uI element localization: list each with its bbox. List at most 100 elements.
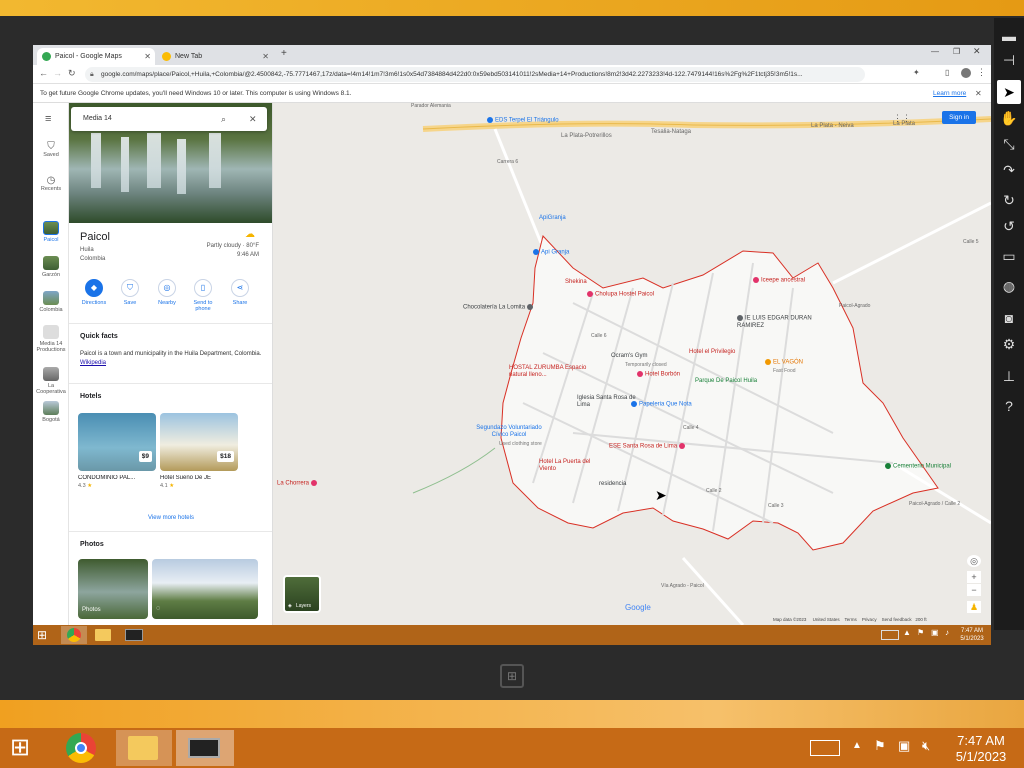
- menu-kebab-icon[interactable]: ⋮: [977, 67, 986, 78]
- terms-link[interactable]: Terms: [845, 617, 857, 622]
- save-button[interactable]: ⛉ Save: [113, 279, 147, 306]
- remote-app-taskbar-button[interactable]: [176, 730, 234, 766]
- window-minimize-icon[interactable]: —: [931, 47, 939, 56]
- camera-icon[interactable]: ◙: [997, 306, 1021, 330]
- window-maximize-icon[interactable]: ❐: [953, 47, 960, 56]
- window-close-icon[interactable]: ✕: [973, 46, 981, 57]
- zoom-in-button[interactable]: +: [967, 571, 981, 583]
- region-link[interactable]: United States: [813, 617, 840, 622]
- poi-shop[interactable]: Segundazo Voluntariado Cívico Paicol: [469, 425, 549, 439]
- poi-shop[interactable]: ApiGranja: [539, 215, 566, 221]
- rail-item-recents[interactable]: ◷ Recents: [33, 175, 69, 192]
- extensions-icon[interactable]: ✦: [913, 68, 920, 77]
- share-button[interactable]: ⋖ Share: [223, 279, 257, 306]
- tab-new-tab[interactable]: New Tab ✕: [157, 48, 273, 65]
- rotate-right-icon[interactable]: ↻: [997, 188, 1021, 212]
- send-to-phone-button[interactable]: ▯ Send to phone: [186, 279, 220, 312]
- learn-more-link[interactable]: Learn more: [933, 84, 966, 103]
- back-icon[interactable]: ←: [39, 68, 48, 78]
- system-clock[interactable]: 7:47 AM 5/1/2023: [948, 733, 1014, 765]
- poi-park[interactable]: Parque De Paicol Huila: [695, 378, 757, 384]
- sign-in-button[interactable]: Sign in: [942, 111, 976, 124]
- view-more-hotels-link[interactable]: View more hotels: [69, 515, 272, 521]
- search-input[interactable]: Media 14: [83, 115, 112, 122]
- remote-keyboard-icon[interactable]: [881, 630, 899, 640]
- zoom-out-button[interactable]: −: [967, 584, 981, 596]
- poi-food[interactable]: EL VAGÓN: [765, 359, 803, 366]
- remote-explorer-icon[interactable]: [95, 629, 111, 641]
- clear-search-icon[interactable]: ✕: [249, 107, 257, 131]
- forward-icon[interactable]: →: [53, 68, 62, 78]
- remote-app-icon[interactable]: [125, 629, 143, 641]
- swipe-icon[interactable]: ↷: [997, 158, 1021, 182]
- rail-item-paicol[interactable]: Paicol: [33, 221, 69, 243]
- remote-flag-icon[interactable]: ⚑: [917, 628, 924, 637]
- poi-shop[interactable]: Papeleria Que Nota: [631, 401, 692, 408]
- poi-school[interactable]: IE LUIS EDGAR DURAN RAMIREZ: [737, 315, 817, 330]
- rail-item-la-cooperativa[interactable]: La Cooperativa: [33, 367, 69, 395]
- infobar-close-icon[interactable]: ✕: [975, 84, 982, 103]
- photo-thumbnail[interactable]: Photos: [78, 559, 148, 619]
- remote-volume-icon[interactable]: ♪: [945, 628, 949, 637]
- poi-place[interactable]: Chocolatería La Lomita: [463, 304, 535, 311]
- rail-item-media14[interactable]: Media 14 Productions: [33, 325, 69, 353]
- network-icon[interactable]: ▣: [898, 738, 910, 754]
- close-tab-icon[interactable]: ✕: [144, 48, 151, 65]
- poi-church[interactable]: Iglesia Santa Rosa de Lima: [577, 395, 637, 409]
- sidepanel-icon[interactable]: ▯: [945, 68, 949, 77]
- street-view-pegman-icon[interactable]: ♟: [967, 601, 981, 613]
- start-button-icon[interactable]: ⊞: [10, 734, 38, 762]
- reload-icon[interactable]: ↻: [68, 68, 76, 79]
- hand-icon[interactable]: ✋: [997, 106, 1021, 130]
- map-canvas[interactable]: La Plata-Potrerillos Tesalia-Nataga La P…: [273, 103, 991, 625]
- send-feedback-link[interactable]: Send feedback: [882, 617, 912, 622]
- poi-hotel[interactable]: Hotel Borbón: [637, 371, 680, 378]
- touch-keyboard-icon[interactable]: [810, 740, 840, 756]
- address-bar[interactable]: 🔒︎ google.com/maps/place/Paicol,+Huila,+…: [85, 67, 865, 82]
- remote-start-icon[interactable]: ⊞: [37, 628, 51, 642]
- poi-hotel[interactable]: Hotel La Puerta del Viento: [539, 459, 595, 473]
- globe-icon[interactable]: ◍: [997, 274, 1021, 298]
- remote-clock[interactable]: 7:47 AM 5/1/2023: [955, 627, 989, 643]
- poi-hotel[interactable]: Iceepe ancestral: [753, 277, 805, 284]
- profile-avatar[interactable]: [961, 68, 971, 78]
- poi-hotel[interactable]: Shekina: [565, 279, 587, 285]
- poi-hotel[interactable]: Cholupa Hostel Paicol: [587, 291, 654, 298]
- poi-place[interactable]: residencia: [599, 481, 626, 487]
- remote-tray-arrow-icon[interactable]: ▲: [903, 628, 911, 637]
- remote-chrome-taskbar-button[interactable]: [61, 626, 87, 644]
- pinch-icon[interactable]: ⤡: [997, 132, 1021, 156]
- new-tab-button[interactable]: +: [281, 48, 287, 59]
- maps-search-box[interactable]: Media 14 ⌕ ✕: [71, 107, 267, 131]
- action-center-flag-icon[interactable]: ⚑: [874, 738, 886, 754]
- directions-button[interactable]: ◆ Directions: [77, 279, 111, 306]
- poi-hospital[interactable]: ESE Santa Rosa de Lima: [609, 443, 687, 450]
- my-location-icon[interactable]: ◎: [967, 555, 981, 567]
- wikipedia-link[interactable]: Wikipedia: [80, 360, 106, 366]
- remote-network-icon[interactable]: ▣: [931, 628, 939, 637]
- close-tab-icon[interactable]: ✕: [262, 48, 269, 65]
- poi-hotel[interactable]: HOSTAL ZURUMBA Espacio natural lleno...: [509, 365, 589, 379]
- poi-fuel[interactable]: EDS Terpel El Triángulo: [487, 117, 559, 124]
- rail-item-saved[interactable]: ⛉ Saved: [33, 141, 69, 158]
- poi-shop[interactable]: Api Granja: [533, 249, 569, 256]
- volume-muted-icon[interactable]: 🔇︎: [922, 738, 930, 754]
- windows-home-button[interactable]: ⊞: [500, 664, 524, 688]
- rail-item-colombia[interactable]: Colombia: [33, 291, 69, 313]
- poi-hotel[interactable]: La Chorrera: [277, 480, 319, 487]
- network-icon[interactable]: ⊥: [997, 364, 1021, 388]
- photo-thumbnail[interactable]: ◌: [152, 559, 258, 619]
- rotate-left-icon[interactable]: ↺: [997, 214, 1021, 238]
- tab-paicol-maps[interactable]: Paicol - Google Maps ✕: [37, 48, 155, 65]
- rail-item-bogota[interactable]: Bogotá: [33, 401, 69, 423]
- poi-hotel[interactable]: Hotel el Privilegio: [689, 349, 735, 355]
- search-icon[interactable]: ⌕: [221, 107, 226, 131]
- layers-button[interactable]: ◈ Layers: [283, 575, 321, 613]
- hotel-card[interactable]: $9 CONDOMINIO PAL... 4.3 ★: [78, 413, 156, 499]
- pin-icon[interactable]: ⊣: [997, 48, 1021, 72]
- poi-park[interactable]: Cementerio Municipal: [885, 463, 951, 470]
- menu-hamburger-icon[interactable]: ≡: [45, 113, 51, 125]
- chrome-taskbar-button[interactable]: [64, 731, 98, 765]
- monitor-icon[interactable]: ▭: [997, 244, 1021, 268]
- pointer-icon[interactable]: ➤: [997, 80, 1021, 104]
